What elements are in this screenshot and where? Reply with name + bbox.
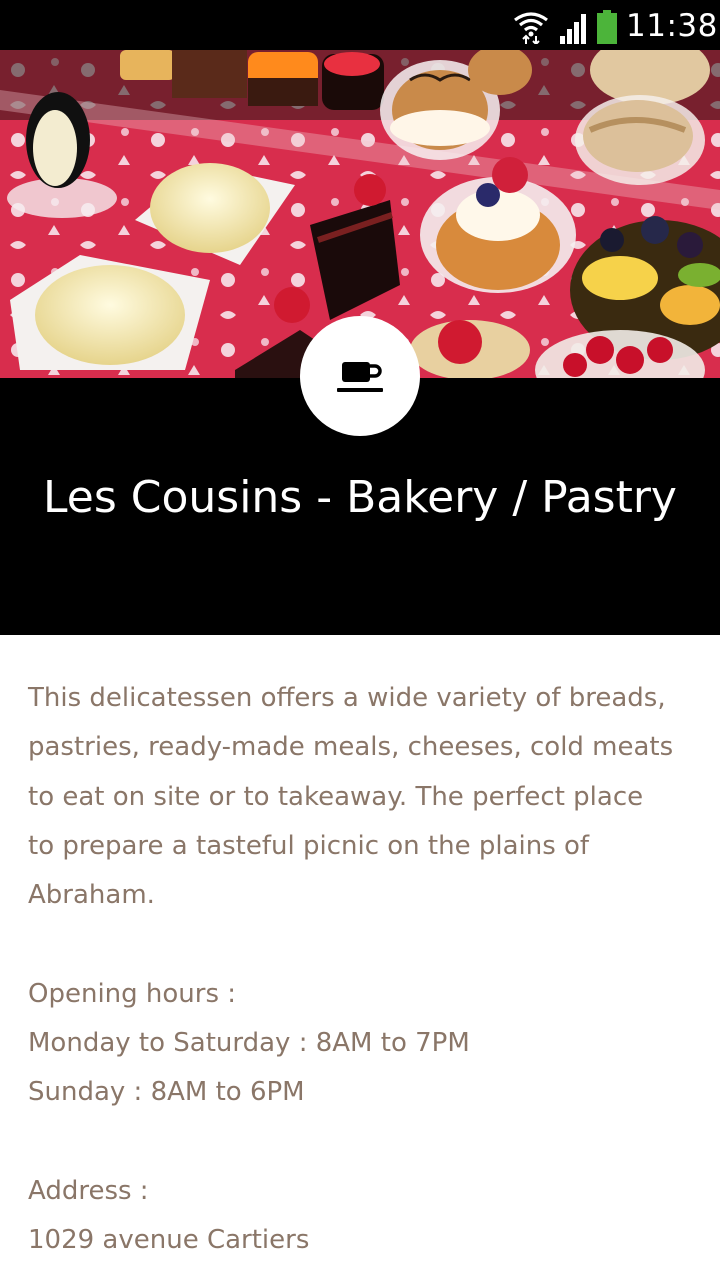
address-line: 1029 avenue Cartiers: [28, 1225, 310, 1256]
description-line: to prepare a tasteful picnic on the plai…: [28, 830, 590, 861]
status-bar: 11:38: [0, 0, 720, 50]
address-heading: Address :: [28, 1175, 149, 1206]
clock: 11:38: [626, 8, 718, 44]
content: This delicatessen offers a wide variety …: [28, 674, 692, 1266]
wifi-icon: [514, 12, 548, 44]
battery-icon: [597, 10, 617, 44]
category-badge: [300, 316, 420, 436]
coffee-cup-icon: [337, 362, 383, 392]
description-line: pastries, ready-made meals, cheeses, col…: [28, 732, 674, 763]
hours-line: Monday to Saturday : 8AM to 7PM: [28, 1028, 470, 1059]
hours-heading: Opening hours :: [28, 978, 237, 1009]
description-line: This delicatessen offers a wide variety …: [28, 683, 666, 713]
hours-line: Sunday : 8AM to 6PM: [28, 1077, 305, 1108]
page-title: Les Cousins - Bakery / Pastry: [43, 472, 677, 523]
signal-icon: [560, 14, 586, 44]
description-line: to eat on site or to takeaway. The perfe…: [28, 781, 644, 812]
description-line: Abraham.: [28, 880, 155, 911]
